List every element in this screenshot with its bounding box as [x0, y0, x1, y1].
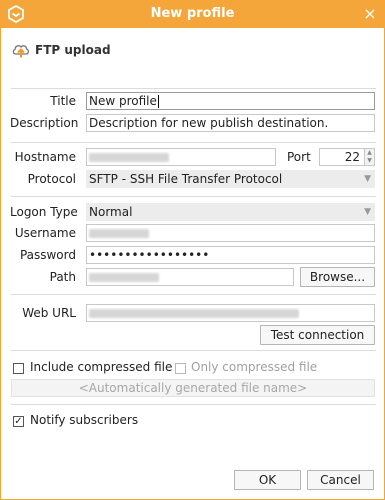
divider	[11, 142, 376, 143]
dialog-body: FTP upload Title New profile Description…	[1, 28, 384, 499]
title-input-value: New profile	[89, 94, 157, 108]
port-stepper[interactable]: 22 ▲ ▼	[319, 148, 375, 166]
profile-type-title: FTP upload	[35, 43, 111, 57]
port-spin-buttons[interactable]: ▲ ▼	[364, 149, 374, 165]
password-input[interactable]: •••••••••••••••••	[86, 246, 375, 264]
hostname-input[interactable]	[86, 148, 276, 166]
only-compressed-checkbox[interactable]	[175, 363, 186, 374]
window-title: New profile	[150, 6, 235, 21]
divider	[11, 294, 376, 295]
notify-subscribers-label[interactable]: Notify subscribers	[30, 413, 138, 427]
username-input[interactable]	[86, 224, 375, 242]
spin-up-icon[interactable]: ▲	[365, 149, 374, 157]
logon-type-select[interactable]: Normal ▼	[86, 203, 375, 221]
password-label: Password	[19, 248, 76, 262]
web-url-input[interactable]	[86, 304, 375, 322]
port-value: 22	[344, 150, 360, 164]
title-input[interactable]: New profile	[86, 92, 375, 110]
port-label: Port	[287, 150, 311, 164]
protocol-value: SFTP - SSH File Transfer Protocol	[89, 172, 283, 186]
title-label: Title	[50, 94, 76, 108]
logon-type-label: Logon Type	[10, 205, 78, 219]
browse-button[interactable]: Browse...	[300, 267, 375, 287]
web-url-label: Web URL	[22, 306, 76, 320]
include-compressed-checkbox[interactable]	[13, 363, 24, 374]
hostname-label: Hostname	[14, 150, 76, 164]
cancel-button[interactable]: Cancel	[307, 470, 374, 490]
divider	[11, 88, 376, 89]
password-value: •••••••••••••••••	[89, 248, 210, 262]
protocol-select[interactable]: SFTP - SSH File Transfer Protocol ▼	[86, 170, 375, 188]
only-compressed-label[interactable]: Only compressed file	[191, 360, 317, 374]
close-button[interactable]: ×	[361, 5, 379, 23]
path-label: Path	[49, 270, 76, 284]
ok-button[interactable]: OK	[234, 470, 301, 490]
description-input-value: Description for new publish destination.	[89, 116, 329, 130]
username-label: Username	[14, 226, 76, 240]
description-label: Description	[10, 116, 79, 130]
notify-subscribers-checkbox[interactable]: ✓	[13, 416, 24, 427]
divider	[11, 404, 376, 405]
dialog-window: New profile × FTP upload Title New profi…	[0, 0, 385, 500]
cloud-upload-icon	[12, 45, 29, 58]
auto-file-name-field: <Automatically generated file name>	[11, 379, 375, 397]
protocol-label: Protocol	[27, 172, 76, 186]
include-compressed-label[interactable]: Include compressed file	[30, 360, 172, 374]
profile-type-header: FTP upload	[11, 40, 111, 60]
spin-down-icon[interactable]: ▼	[365, 157, 374, 165]
test-connection-button[interactable]: Test connection	[260, 325, 375, 345]
divider	[11, 350, 376, 351]
divider	[11, 196, 376, 197]
path-input[interactable]	[86, 268, 294, 286]
description-input[interactable]: Description for new publish destination.	[86, 114, 375, 132]
title-bar[interactable]: New profile ×	[0, 0, 385, 28]
logon-type-value: Normal	[89, 205, 133, 219]
chevron-down-icon: ▼	[364, 207, 371, 217]
chevron-down-icon: ▼	[364, 174, 371, 184]
